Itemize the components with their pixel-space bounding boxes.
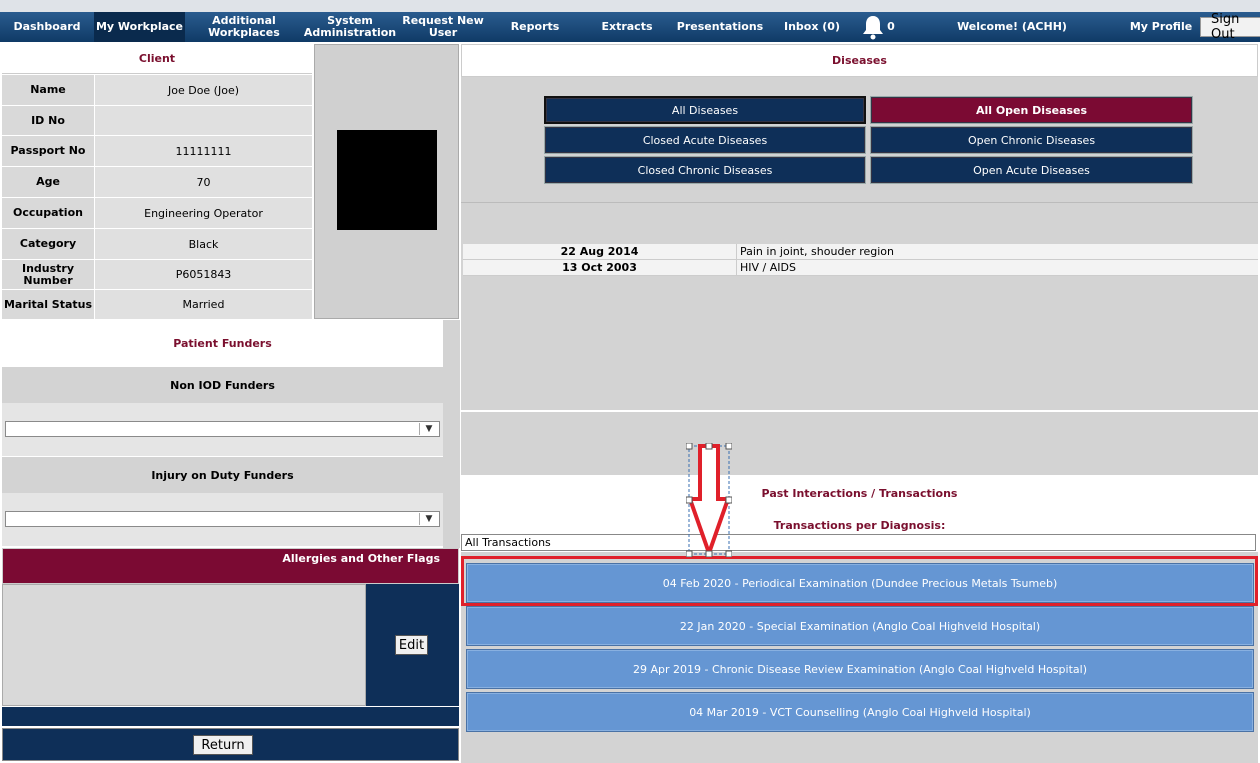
nav-dashboard[interactable]: Dashboard [4, 12, 90, 42]
field-marital-value: Married [95, 290, 312, 320]
nav-my-profile[interactable]: My Profile [1128, 12, 1194, 42]
disease-date: 22 Aug 2014 [463, 244, 737, 259]
photo-panel [314, 44, 459, 319]
field-label: Passport No [2, 136, 95, 167]
field-category-value: Black [95, 229, 312, 260]
disease-description: Pain in joint, shouder region [740, 245, 895, 258]
iod-funders-value [6, 512, 9, 525]
edit-button[interactable]: Edit [395, 635, 428, 655]
iod-funders-label: Injury on Duty Funders [2, 456, 443, 493]
allergies-action-panel: Edit [366, 584, 459, 706]
field-name-value: Joe Doe (Joe) [95, 75, 312, 106]
nav-reports[interactable]: Reports [500, 12, 570, 42]
transaction-row[interactable]: 29 Apr 2019 - Chronic Disease Review Exa… [466, 649, 1254, 689]
transactions-spacer [461, 411, 1258, 475]
return-bar: Return [2, 728, 459, 761]
patient-funders-title: Patient Funders [2, 320, 443, 366]
allergies-footer [2, 707, 459, 726]
all-open-diseases-button[interactable]: All Open Diseases [870, 96, 1193, 124]
chevron-down-icon: ▼ [419, 423, 438, 435]
closed-acute-diseases-button[interactable]: Closed Acute Diseases [544, 126, 866, 154]
nav-inbox[interactable]: Inbox (0) [776, 12, 848, 42]
diseases-title: Diseases [461, 44, 1258, 77]
open-acute-diseases-button[interactable]: Open Acute Diseases [870, 156, 1193, 184]
field-label: Age [2, 167, 95, 198]
field-age-value: 70 [95, 167, 312, 198]
client-table: Name Joe Doe (Joe) ID No Passport No 111… [2, 75, 312, 320]
field-label: Occupation [2, 198, 95, 229]
top-strip [0, 0, 1260, 12]
disease-list: 22 Aug 2014 Pain in joint, shouder regio… [463, 244, 1258, 276]
selection-highlight [461, 556, 1258, 606]
funders-side-band [443, 320, 460, 548]
transaction-row[interactable]: 04 Mar 2019 - VCT Counselling (Anglo Coa… [466, 692, 1254, 732]
disease-description: HIV / AIDS [740, 261, 796, 274]
field-label: Marital Status [2, 290, 95, 320]
iod-funders-select[interactable]: ▼ [5, 511, 440, 527]
field-id-value [95, 106, 312, 136]
nav-additional-workplaces[interactable]: Additional Workplaces [196, 12, 292, 42]
patient-photo [337, 130, 437, 230]
sign-out-button[interactable]: Sign Out [1200, 12, 1260, 42]
transactions-per-diagnosis-label: Transactions per Diagnosis: [461, 511, 1258, 534]
iod-area: ▼ [2, 493, 443, 546]
field-label: ID No [2, 106, 95, 136]
nav-system-administration[interactable]: System Administration [298, 12, 402, 42]
non-iod-funders-value [6, 422, 9, 435]
non-iod-area: ▼ [2, 403, 443, 456]
allergies-content [2, 584, 366, 706]
open-chronic-diseases-button[interactable]: Open Chronic Diseases [870, 126, 1193, 154]
field-label: Category [2, 229, 95, 260]
allergies-title: Allergies and Other Flags [2, 548, 459, 584]
table-row[interactable]: 22 Aug 2014 Pain in joint, shouder regio… [463, 244, 1258, 260]
nav-presentations[interactable]: Presentations [672, 12, 768, 42]
welcome-text: Welcome! (ACHH) [957, 20, 1067, 33]
transaction-row[interactable]: 22 Jan 2020 - Special Examination (Anglo… [466, 606, 1254, 646]
bell-icon[interactable] [859, 12, 887, 42]
non-iod-funders-label: Non IOD Funders [2, 366, 443, 403]
nav-request-new-user[interactable]: Request New User [398, 12, 488, 42]
table-row[interactable]: 13 Oct 2003 HIV / AIDS [463, 260, 1258, 276]
main-nav: Dashboard My Workplace Additional Workpl… [0, 12, 1260, 42]
disease-date: 13 Oct 2003 [463, 260, 737, 275]
divider [461, 202, 1258, 203]
all-diseases-button[interactable]: All Diseases [544, 96, 866, 124]
chevron-down-icon: ▼ [419, 513, 438, 525]
transactions-title: Past Interactions / Transactions [461, 475, 1258, 511]
field-passport-value: 11111111 [95, 136, 312, 167]
bell-count: 0 [887, 20, 895, 33]
annotation-arrow-icon [685, 442, 733, 560]
field-label: Name [2, 75, 95, 106]
nav-extracts[interactable]: Extracts [592, 12, 662, 42]
non-iod-funders-select[interactable]: ▼ [5, 421, 440, 437]
closed-chronic-diseases-button[interactable]: Closed Chronic Diseases [544, 156, 866, 184]
return-button[interactable]: Return [193, 735, 253, 755]
field-industry-value: P6051843 [95, 260, 312, 290]
transactions-filter-input[interactable]: All Transactions [461, 534, 1256, 551]
nav-my-workplace[interactable]: My Workplace [94, 12, 185, 42]
field-label: Industry Number [2, 260, 95, 290]
field-occupation-value: Engineering Operator [95, 198, 312, 229]
client-title: Client [2, 44, 312, 74]
